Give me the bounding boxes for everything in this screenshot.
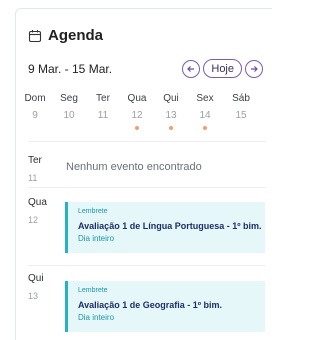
day-number: 10 xyxy=(63,110,75,121)
agenda-day-qui: Qui 13 xyxy=(28,273,52,301)
event-time: Dia inteiro xyxy=(78,313,115,322)
event-card[interactable]: Lembrete Avaliação 1 de Geografia - 1º b… xyxy=(65,281,265,332)
day-name: Ter xyxy=(96,93,110,104)
day-number: 11 xyxy=(97,110,109,121)
event-indicator-dot xyxy=(203,126,207,130)
day-name: Qui xyxy=(163,93,179,104)
event-title: Avaliação 1 de Língua Portuguesa - 1º bi… xyxy=(78,221,262,231)
day-column-sab[interactable]: Sáb 15 xyxy=(226,93,256,121)
agenda-day-ter: Ter 11 xyxy=(28,155,52,183)
event-type: Lembrete xyxy=(78,208,108,215)
day-number: 15 xyxy=(235,110,247,121)
day-number: 9 xyxy=(32,110,38,121)
agenda-day-name: Ter xyxy=(28,155,42,166)
prev-week-button[interactable] xyxy=(182,59,201,78)
week-range-label: 9 Mar. - 15 Mar. xyxy=(28,62,113,76)
agenda-day-number: 11 xyxy=(28,173,38,183)
day-column-dom[interactable]: Dom 9 xyxy=(20,93,50,121)
day-number: 12 xyxy=(131,110,143,121)
page-title: Agenda xyxy=(48,27,104,44)
week-range-row: 9 Mar. - 15 Mar. Hoje xyxy=(16,59,273,81)
day-column-ter[interactable]: Ter 11 xyxy=(88,93,118,121)
agenda-day-name: Qua xyxy=(28,197,47,208)
agenda-header: Agenda xyxy=(28,27,103,44)
divider xyxy=(28,265,266,266)
event-indicator-dot xyxy=(135,126,139,130)
event-type: Lembrete xyxy=(78,287,108,294)
day-name: Dom xyxy=(24,93,46,104)
event-indicator-dot xyxy=(169,126,173,130)
agenda-day-number: 13 xyxy=(28,291,39,301)
day-name: Seg xyxy=(60,93,78,104)
divider xyxy=(28,141,266,142)
day-column-qua[interactable]: Qua 12 xyxy=(122,93,152,130)
event-card[interactable]: Lembrete Avaliação 1 de Língua Portugues… xyxy=(65,202,265,253)
agenda-day-qua: Qua 12 xyxy=(28,197,52,225)
week-strip: Dom 9 Seg 10 Ter 11 Qua 12 Qui 13 Sex 14… xyxy=(16,93,273,133)
agenda-day-number: 12 xyxy=(28,215,39,225)
day-column-qui[interactable]: Qui 13 xyxy=(156,93,186,130)
arrow-left-icon xyxy=(187,65,195,72)
agenda-card: Agenda 9 Mar. - 15 Mar. Hoje Dom 9 Seg 1… xyxy=(15,8,272,340)
agenda-day-name: Qui xyxy=(28,273,44,284)
day-number: 13 xyxy=(165,110,177,121)
divider xyxy=(28,187,266,188)
calendar-icon xyxy=(28,29,42,42)
event-title: Avaliação 1 de Geografia - 1º bim. xyxy=(78,300,223,310)
empty-state-text: Nenhum evento encontrado xyxy=(66,161,202,173)
day-name: Sex xyxy=(196,93,214,104)
day-column-sex[interactable]: Sex 14 xyxy=(190,93,220,130)
today-button[interactable]: Hoje xyxy=(203,59,242,78)
day-name: Qua xyxy=(127,93,147,104)
next-week-button[interactable] xyxy=(245,59,263,78)
day-number: 14 xyxy=(199,110,211,121)
week-navigation: Hoje xyxy=(182,59,263,78)
arrow-right-icon xyxy=(251,65,258,72)
event-time: Dia inteiro xyxy=(78,234,115,243)
day-column-seg[interactable]: Seg 10 xyxy=(54,93,84,121)
day-name: Sáb xyxy=(232,93,250,104)
